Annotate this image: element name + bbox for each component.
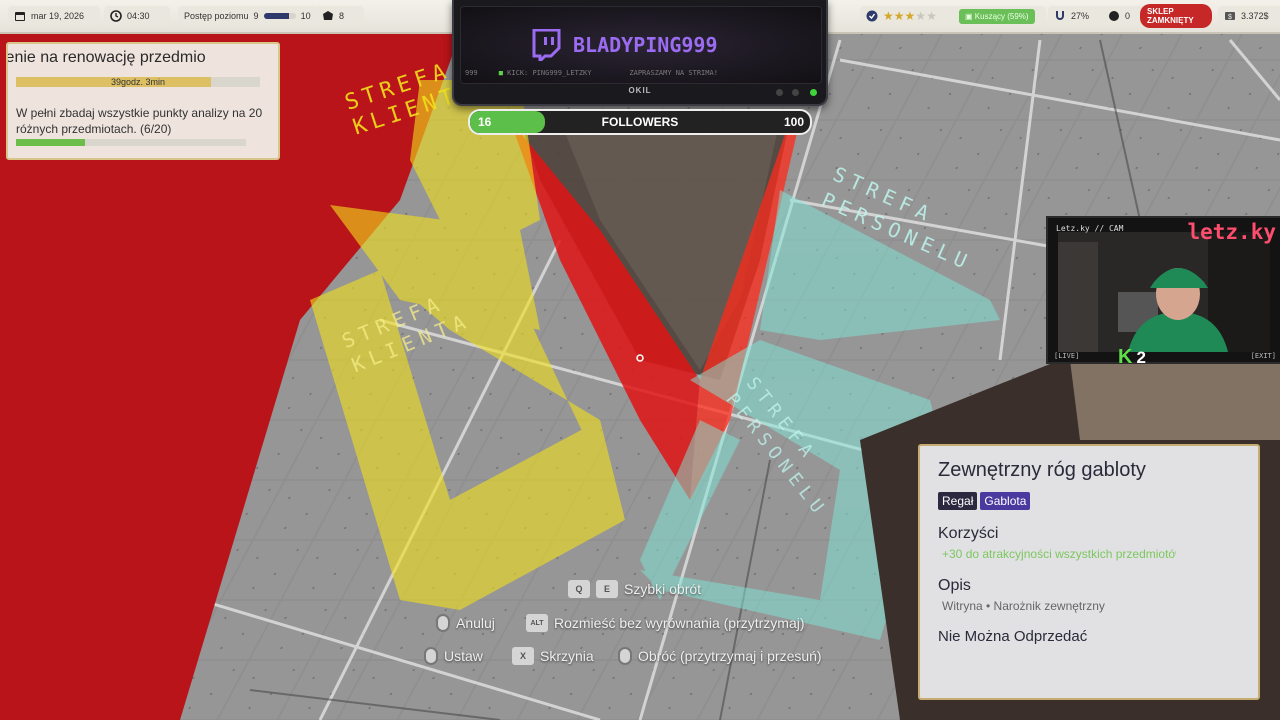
blob-icon [1109, 11, 1119, 21]
shop-closed-badge[interactable]: SKLEP ZAMKNIĘTY [1140, 4, 1212, 28]
star-icon: ★ [904, 9, 916, 23]
star-icon: ★ [893, 9, 905, 23]
item-tags: Regał Gablota [938, 492, 1031, 510]
star-icon: ★ [915, 9, 927, 23]
quest-title: lenie na renowację przedmio [6, 49, 206, 66]
magnet-icon [1056, 11, 1064, 20]
hint-fast-rotate-label: Szybki obrót [624, 581, 702, 597]
item-info-panel: Zewnętrzny róg gabloty Regał Gablota Kor… [918, 444, 1260, 700]
benefit-text: +30 do atrakcyjności wszystkich przedmio… [942, 547, 1176, 561]
money-widget: $ 3.372$ [1218, 6, 1280, 26]
webcam-logo: letz.ky [1187, 220, 1276, 244]
webcam-overlay: Letz.ky // CAM letz.ky [LIVE] [EXIT] [1046, 216, 1280, 364]
rating-stars: ★★★★★ [883, 9, 937, 23]
hint-fast-rotate: Q E Szybki obrót [568, 580, 701, 598]
kick-icon: ■ [498, 69, 503, 77]
description-text: Witryna • Narożnik zewnętrzny [942, 599, 1105, 613]
live-led-icon [810, 89, 817, 96]
clock-widget: 04:30 [104, 6, 170, 26]
live-tag: [LIVE] [1054, 352, 1080, 360]
followers-progress: 16 FOLLOWERS 100 [468, 109, 812, 135]
quest-description: W pełni zbadaj wszystkie punkty analizy … [16, 106, 263, 136]
mouse-drag-icon [618, 647, 632, 665]
shop-status-widget[interactable]: SKLEP ZAMKNIĘTY [1140, 4, 1212, 28]
money-value: 3.372$ [1241, 11, 1269, 21]
kick-counter: K2 [1118, 346, 1146, 369]
hint-crate-label: Skrzynia [540, 648, 594, 664]
dark-count: 0 [1125, 11, 1131, 21]
hint-cancel: Anuluj [436, 614, 495, 632]
right-mouse-icon [436, 614, 450, 632]
calendar-icon [15, 12, 25, 21]
stream-ticker: 999 ■ KICK: PING999_LETZKY ZAPRASZAMY NA… [465, 69, 718, 77]
webcam-feed [1058, 232, 1270, 352]
description-heading: Opis [938, 577, 971, 594]
resale-text: Nie Można Odprzedać [938, 628, 1088, 645]
stream-screen: BLADYPING999 999 ■ KICK: PING999_LETZKY … [460, 6, 822, 84]
clock-icon [110, 10, 122, 22]
key-e: E [596, 580, 618, 598]
quest-progress-bar [16, 139, 246, 146]
tag-showcase: Gablota [980, 492, 1031, 510]
verified-icon [866, 10, 878, 22]
level-next: 10 [300, 11, 311, 21]
item-title: Zewnętrzny róg gabloty [938, 459, 1146, 481]
star-icon: ★ [883, 9, 894, 23]
channel-name: BLADYPING999 [573, 33, 718, 57]
hint-place: Ustaw [424, 647, 483, 665]
token-widget: 8 [316, 6, 364, 26]
kick-logo-icon: K [1118, 346, 1133, 368]
device-brand: OKIL [628, 86, 652, 95]
level-progress-bar [263, 13, 296, 19]
power-led-icon [776, 89, 783, 96]
percent-value: 27% [1071, 11, 1090, 21]
appeal-widget: ▣ Kuszący (59%) [956, 6, 1046, 26]
quest-timer: 39godz. 3min [110, 77, 166, 87]
stream-device-bar: OKIL [460, 86, 820, 100]
quest-panel[interactable]: lenie na renowację przedmio 39godz. 3min… [6, 42, 280, 160]
date-text: mar 19, 2026 [31, 11, 85, 21]
key-x: X [512, 647, 534, 665]
power-led-icon [792, 89, 799, 96]
svg-text:$: $ [1228, 14, 1232, 21]
hint-place-label: Ustaw [444, 648, 483, 664]
appeal-badge: ▣ Kuszący (59%) [959, 8, 1035, 24]
cash-icon: $ [1225, 12, 1235, 21]
hint-rotate-label: Obróć (przytrzymaj i przesuń) [638, 648, 822, 664]
followers-label: FOLLOWERS [601, 115, 679, 129]
exit-tag[interactable]: [EXIT] [1251, 352, 1276, 360]
kick-count: 2 [1136, 348, 1146, 367]
hint-cancel-label: Anuluj [456, 615, 495, 631]
twitch-icon [532, 29, 561, 61]
hint-place-free: ALT Rozmieść bez wyrównania (przytrzymaj… [526, 614, 805, 632]
benefits-heading: Korzyści [938, 525, 999, 542]
level-current: 9 [253, 11, 259, 21]
left-mouse-icon [424, 647, 438, 665]
stream-overlay: BLADYPING999 999 ■ KICK: PING999_LETZKY … [452, 0, 828, 106]
percent-widget: 27% [1048, 6, 1110, 26]
followers-goal: 100 [783, 115, 804, 129]
tag-shelf: Regał [938, 492, 978, 510]
key-q: Q [568, 580, 590, 598]
hint-rotate: Obróć (przytrzymaj i przesuń) [618, 647, 822, 665]
time-text: 04:30 [127, 11, 150, 21]
key-alt: ALT [526, 614, 548, 632]
star-icon: ★ [926, 9, 937, 23]
date-widget: mar 19, 2026 [8, 6, 100, 26]
hint-place-free-label: Rozmieść bez wyrównania (przytrzymaj) [554, 615, 805, 631]
hint-crate: X Skrzynia [512, 647, 594, 665]
token-count: 8 [339, 11, 345, 21]
level-label: Postęp poziomu [184, 11, 249, 21]
level-progress-widget: Postęp poziomu 9 10 [178, 6, 318, 26]
rating-widget: ★★★★★ [860, 6, 960, 26]
webcam-label: Letz.ky // CAM [1056, 224, 1124, 233]
badge-icon [323, 11, 333, 20]
